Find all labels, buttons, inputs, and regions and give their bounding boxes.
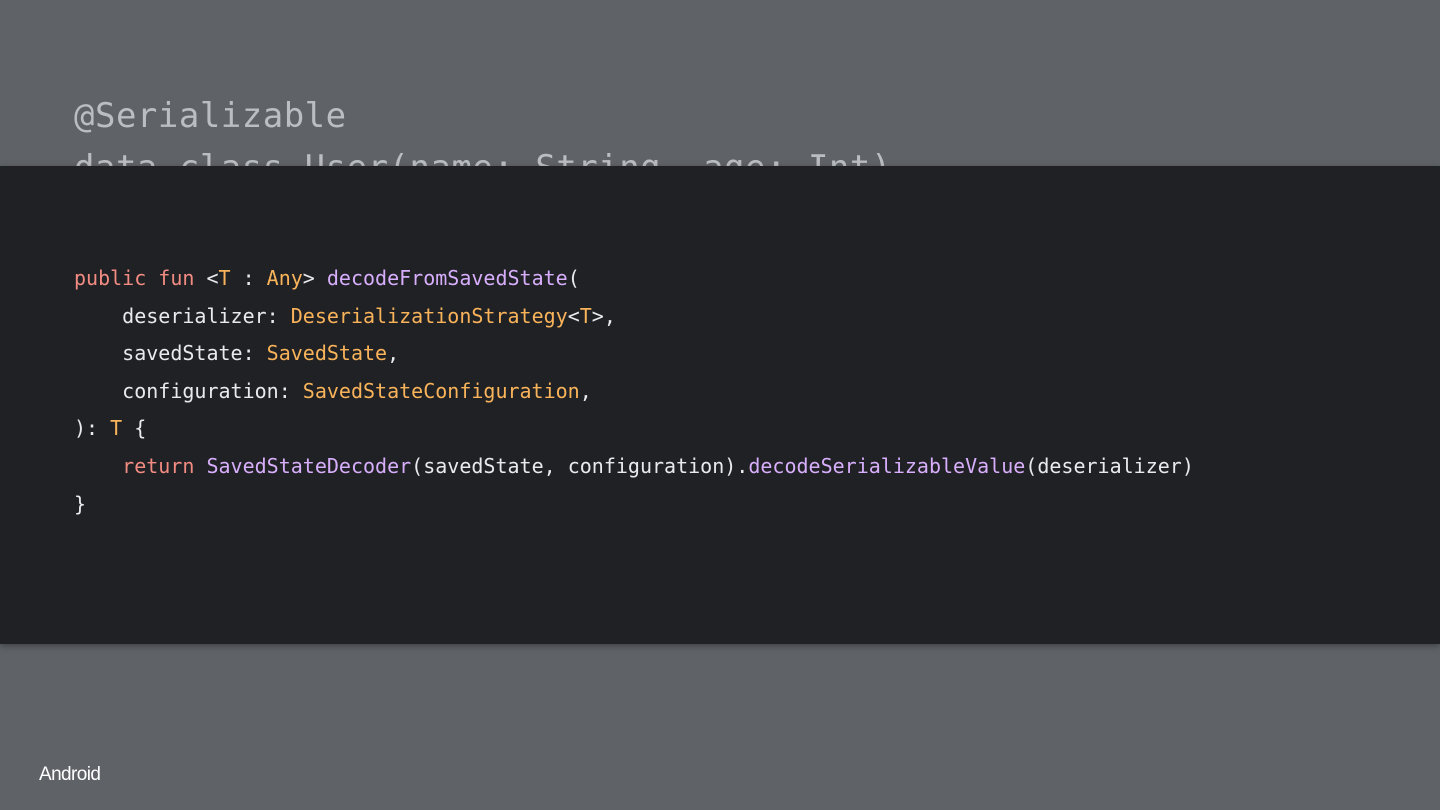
slide: @Serializabledata class User(name: Strin… — [0, 0, 1440, 810]
code-panel: public fun <T : Any> decodeFromSavedStat… — [0, 166, 1440, 644]
code-token: SavedStateConfiguration — [302, 378, 580, 403]
code-line: } — [74, 486, 1194, 524]
code-token: deserializer: — [74, 303, 291, 328]
code-token: T — [110, 416, 123, 441]
code-line: ): T { — [74, 410, 1194, 448]
code-line: savedState: SavedState, — [74, 335, 1194, 373]
code-token: ): — [74, 416, 111, 441]
code-token: (deserializer) — [1025, 453, 1194, 478]
code-token: T — [579, 303, 592, 328]
code-block: public fun <T : Any> decodeFromSavedStat… — [74, 260, 1194, 523]
code-token: < — [206, 266, 219, 290]
code-token: T — [218, 266, 231, 290]
code-line: deserializer: DeserializationStrategy<T>… — [74, 298, 1194, 336]
code-token: , — [387, 341, 400, 366]
code-line: return SavedStateDecoder(savedState, con… — [74, 448, 1194, 486]
code-token: public fun — [74, 266, 207, 290]
android-logo: Android — [39, 764, 101, 785]
code-token: } — [74, 491, 87, 516]
code-token: : — [230, 266, 267, 290]
code-token: Any — [266, 266, 303, 290]
code-line: public fun <T : Any> decodeFromSavedStat… — [74, 260, 1194, 298]
code-token: decodeSerializableValue — [748, 453, 1026, 478]
code-line: configuration: SavedStateConfiguration, — [74, 373, 1194, 411]
code-token: SavedStateDecoder — [206, 453, 412, 478]
code-token: configuration: — [74, 378, 303, 403]
background-code-line: @Serializable — [74, 96, 347, 136]
code-token: < — [567, 303, 580, 328]
code-token: > — [302, 266, 327, 290]
code-token: DeserializationStrategy — [290, 303, 568, 328]
code-token: ( — [567, 266, 580, 290]
code-token: (savedState, configuration). — [411, 453, 749, 478]
code-token: >, — [591, 303, 616, 328]
code-token: decodeFromSavedState — [326, 266, 568, 290]
code-token: return — [122, 453, 207, 478]
code-token: { — [122, 416, 147, 441]
code-token: SavedState — [266, 341, 388, 366]
code-token: , — [579, 378, 592, 403]
code-token: savedState: — [74, 341, 267, 366]
